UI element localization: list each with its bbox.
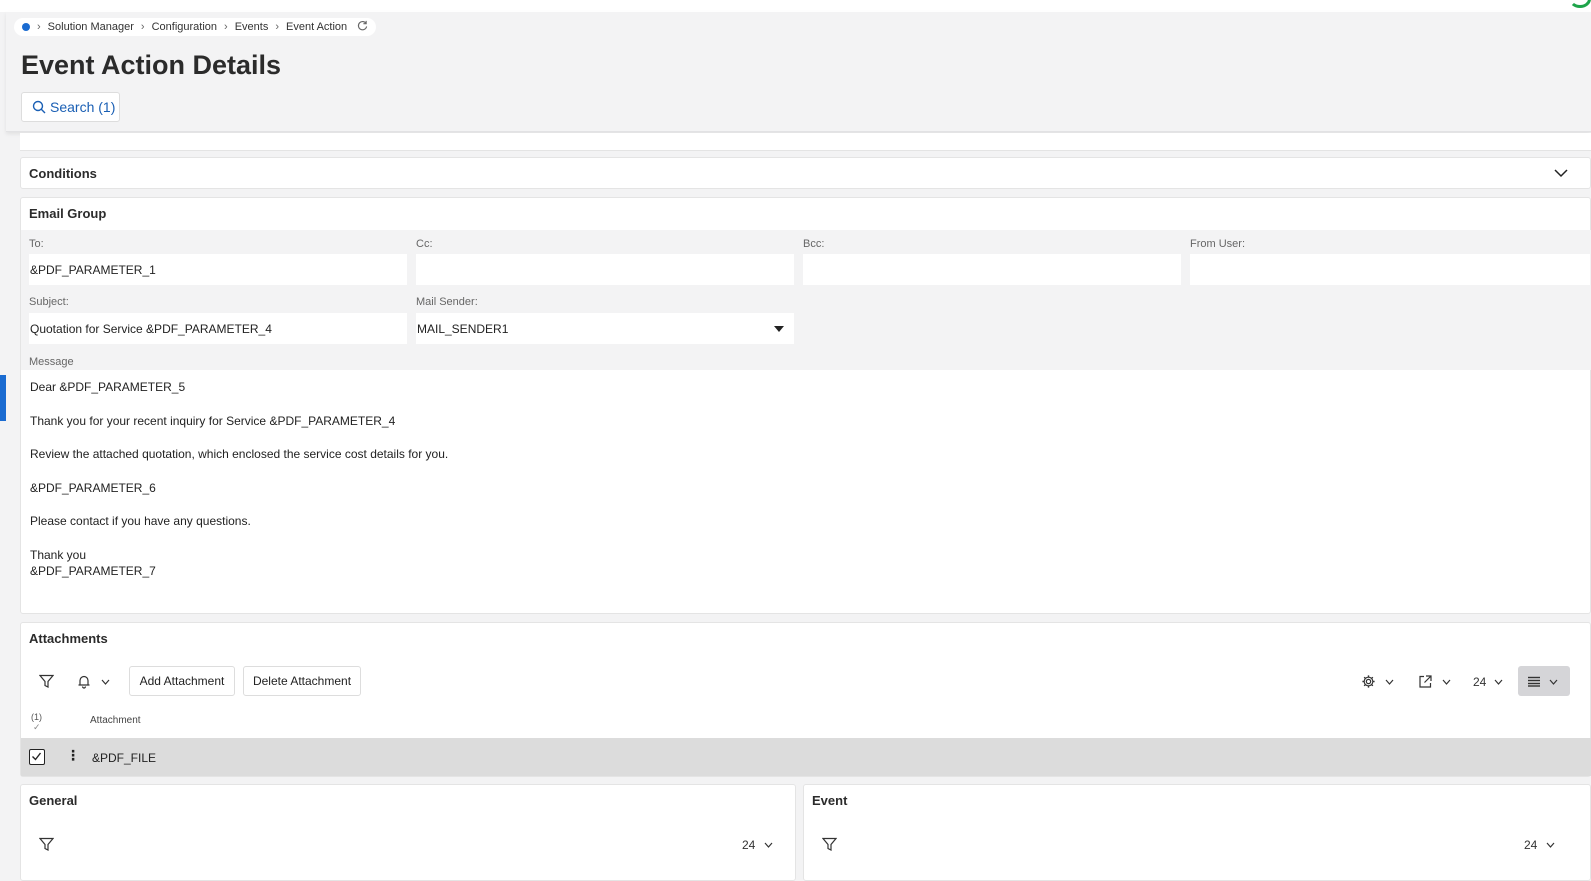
page-size-value[interactable]: 24 — [1524, 838, 1537, 852]
breadcrumb-item-solution-manager[interactable]: Solution Manager — [48, 21, 134, 33]
chevron-down-icon[interactable] — [101, 679, 110, 685]
chevron-down-icon[interactable] — [1546, 842, 1555, 848]
breadcrumb-item-configuration[interactable]: Configuration — [152, 21, 217, 33]
bcc-label: Bcc: — [803, 238, 825, 250]
chevron-down-icon[interactable] — [1442, 679, 1451, 685]
message-line: Review the attached quotation, which enc… — [30, 447, 449, 461]
general-title: General — [29, 793, 78, 808]
mail-sender-label: Mail Sender: — [416, 296, 478, 308]
message-line: Thank you — [30, 548, 87, 562]
breadcrumb-separator-icon: › — [140, 21, 145, 33]
attachments-title: Attachments — [29, 631, 108, 646]
to-field[interactable]: &PDF_PARAMETER_1 — [29, 254, 407, 285]
search-button-label: Search (1) — [50, 99, 116, 115]
message-field[interactable]: Dear &PDF_PARAMETER_5 Thank you for your… — [30, 372, 1590, 610]
general-panel: General 24 — [20, 784, 796, 881]
cc-field[interactable] — [416, 254, 794, 285]
chevron-down-icon[interactable] — [764, 842, 773, 848]
event-title: Event — [812, 793, 848, 808]
select-all-check-icon[interactable]: ✓ — [33, 722, 41, 733]
mail-sender-select[interactable]: MAIL_SENDER1 — [416, 313, 794, 344]
bell-icon[interactable] — [77, 674, 91, 689]
message-line: &PDF_PARAMETER_6 — [30, 481, 156, 495]
side-indicator — [0, 375, 6, 421]
page-size-value[interactable]: 24 — [742, 838, 755, 852]
message-line: Please contact if you have any questions… — [30, 514, 251, 528]
conditions-panel[interactable]: Conditions — [20, 157, 1591, 189]
breadcrumb-item-event-action: Event Action — [286, 21, 348, 33]
search-icon — [32, 100, 46, 114]
message-line: Thank you for your recent inquiry for Se… — [30, 414, 396, 428]
add-attachment-button[interactable]: Add Attachment — [129, 666, 235, 696]
email-fields-area — [21, 230, 1591, 370]
from-user-label: From User: — [1190, 238, 1245, 250]
filter-icon[interactable] — [39, 674, 54, 689]
email-group-panel: Email Group To: &PDF_PARAMETER_1 Cc: Bcc… — [20, 197, 1591, 614]
chevron-down-icon[interactable] — [1494, 679, 1503, 685]
breadcrumb-separator-icon: › — [224, 21, 228, 33]
search-button[interactable]: Search (1) — [21, 92, 120, 122]
message-line: Dear &PDF_PARAMETER_5 — [30, 380, 186, 394]
home-icon[interactable] — [22, 23, 30, 31]
chevron-down-icon[interactable] — [1554, 168, 1568, 178]
from-user-field[interactable] — [1190, 254, 1590, 285]
top-bar — [0, 0, 1591, 12]
table-row[interactable]: ⋮ &PDF_FILE — [21, 738, 1591, 776]
subject-field[interactable]: Quotation for Service &PDF_PARAMETER_4 — [29, 313, 407, 344]
app-status-icon — [1569, 0, 1591, 8]
dropdown-arrow-icon[interactable] — [774, 326, 784, 332]
filter-icon[interactable] — [39, 837, 54, 852]
event-panel: Event 24 — [803, 784, 1591, 881]
chevron-down-icon[interactable] — [1385, 679, 1394, 685]
checkbox-icon[interactable] — [29, 749, 45, 765]
attachment-cell: &PDF_FILE — [92, 751, 157, 765]
kebab-icon[interactable]: ⋮ — [66, 748, 80, 762]
message-label: Message — [29, 356, 74, 368]
chevron-down-icon — [1549, 679, 1558, 685]
mail-sender-value: MAIL_SENDER1 — [417, 322, 509, 336]
conditions-title: Conditions — [29, 166, 97, 181]
column-header-attachment[interactable]: Attachment — [90, 715, 141, 726]
cc-label: Cc: — [416, 238, 433, 250]
list-view-icon — [1528, 676, 1540, 687]
collapsed-panel — [20, 133, 1591, 151]
page-title: Event Action Details — [21, 50, 282, 80]
breadcrumb-item-events[interactable]: Events — [235, 21, 269, 33]
bcc-field[interactable] — [803, 254, 1181, 285]
to-label: To: — [29, 238, 44, 250]
selected-count: (1) — [31, 712, 42, 722]
breadcrumb: › Solution Manager › Configuration › Eve… — [14, 18, 377, 36]
view-mode-button[interactable] — [1518, 666, 1570, 696]
page-header: › Solution Manager › Configuration › Eve… — [6, 12, 1591, 132]
email-group-title: Email Group — [29, 206, 107, 221]
filter-icon[interactable] — [822, 837, 837, 852]
message-line: &PDF_PARAMETER_7 — [30, 564, 156, 578]
delete-attachment-button[interactable]: Delete Attachment — [243, 666, 361, 696]
refresh-icon[interactable] — [357, 20, 368, 34]
gear-icon[interactable] — [1361, 674, 1376, 689]
page-size-value[interactable]: 24 — [1473, 675, 1486, 689]
breadcrumb-separator-icon: › — [275, 21, 279, 33]
subject-label: Subject: — [29, 296, 69, 308]
attachments-panel: Attachments Add Attachment Delete Attach… — [20, 622, 1591, 777]
export-icon[interactable] — [1418, 674, 1433, 689]
breadcrumb-separator-icon: › — [37, 21, 41, 33]
